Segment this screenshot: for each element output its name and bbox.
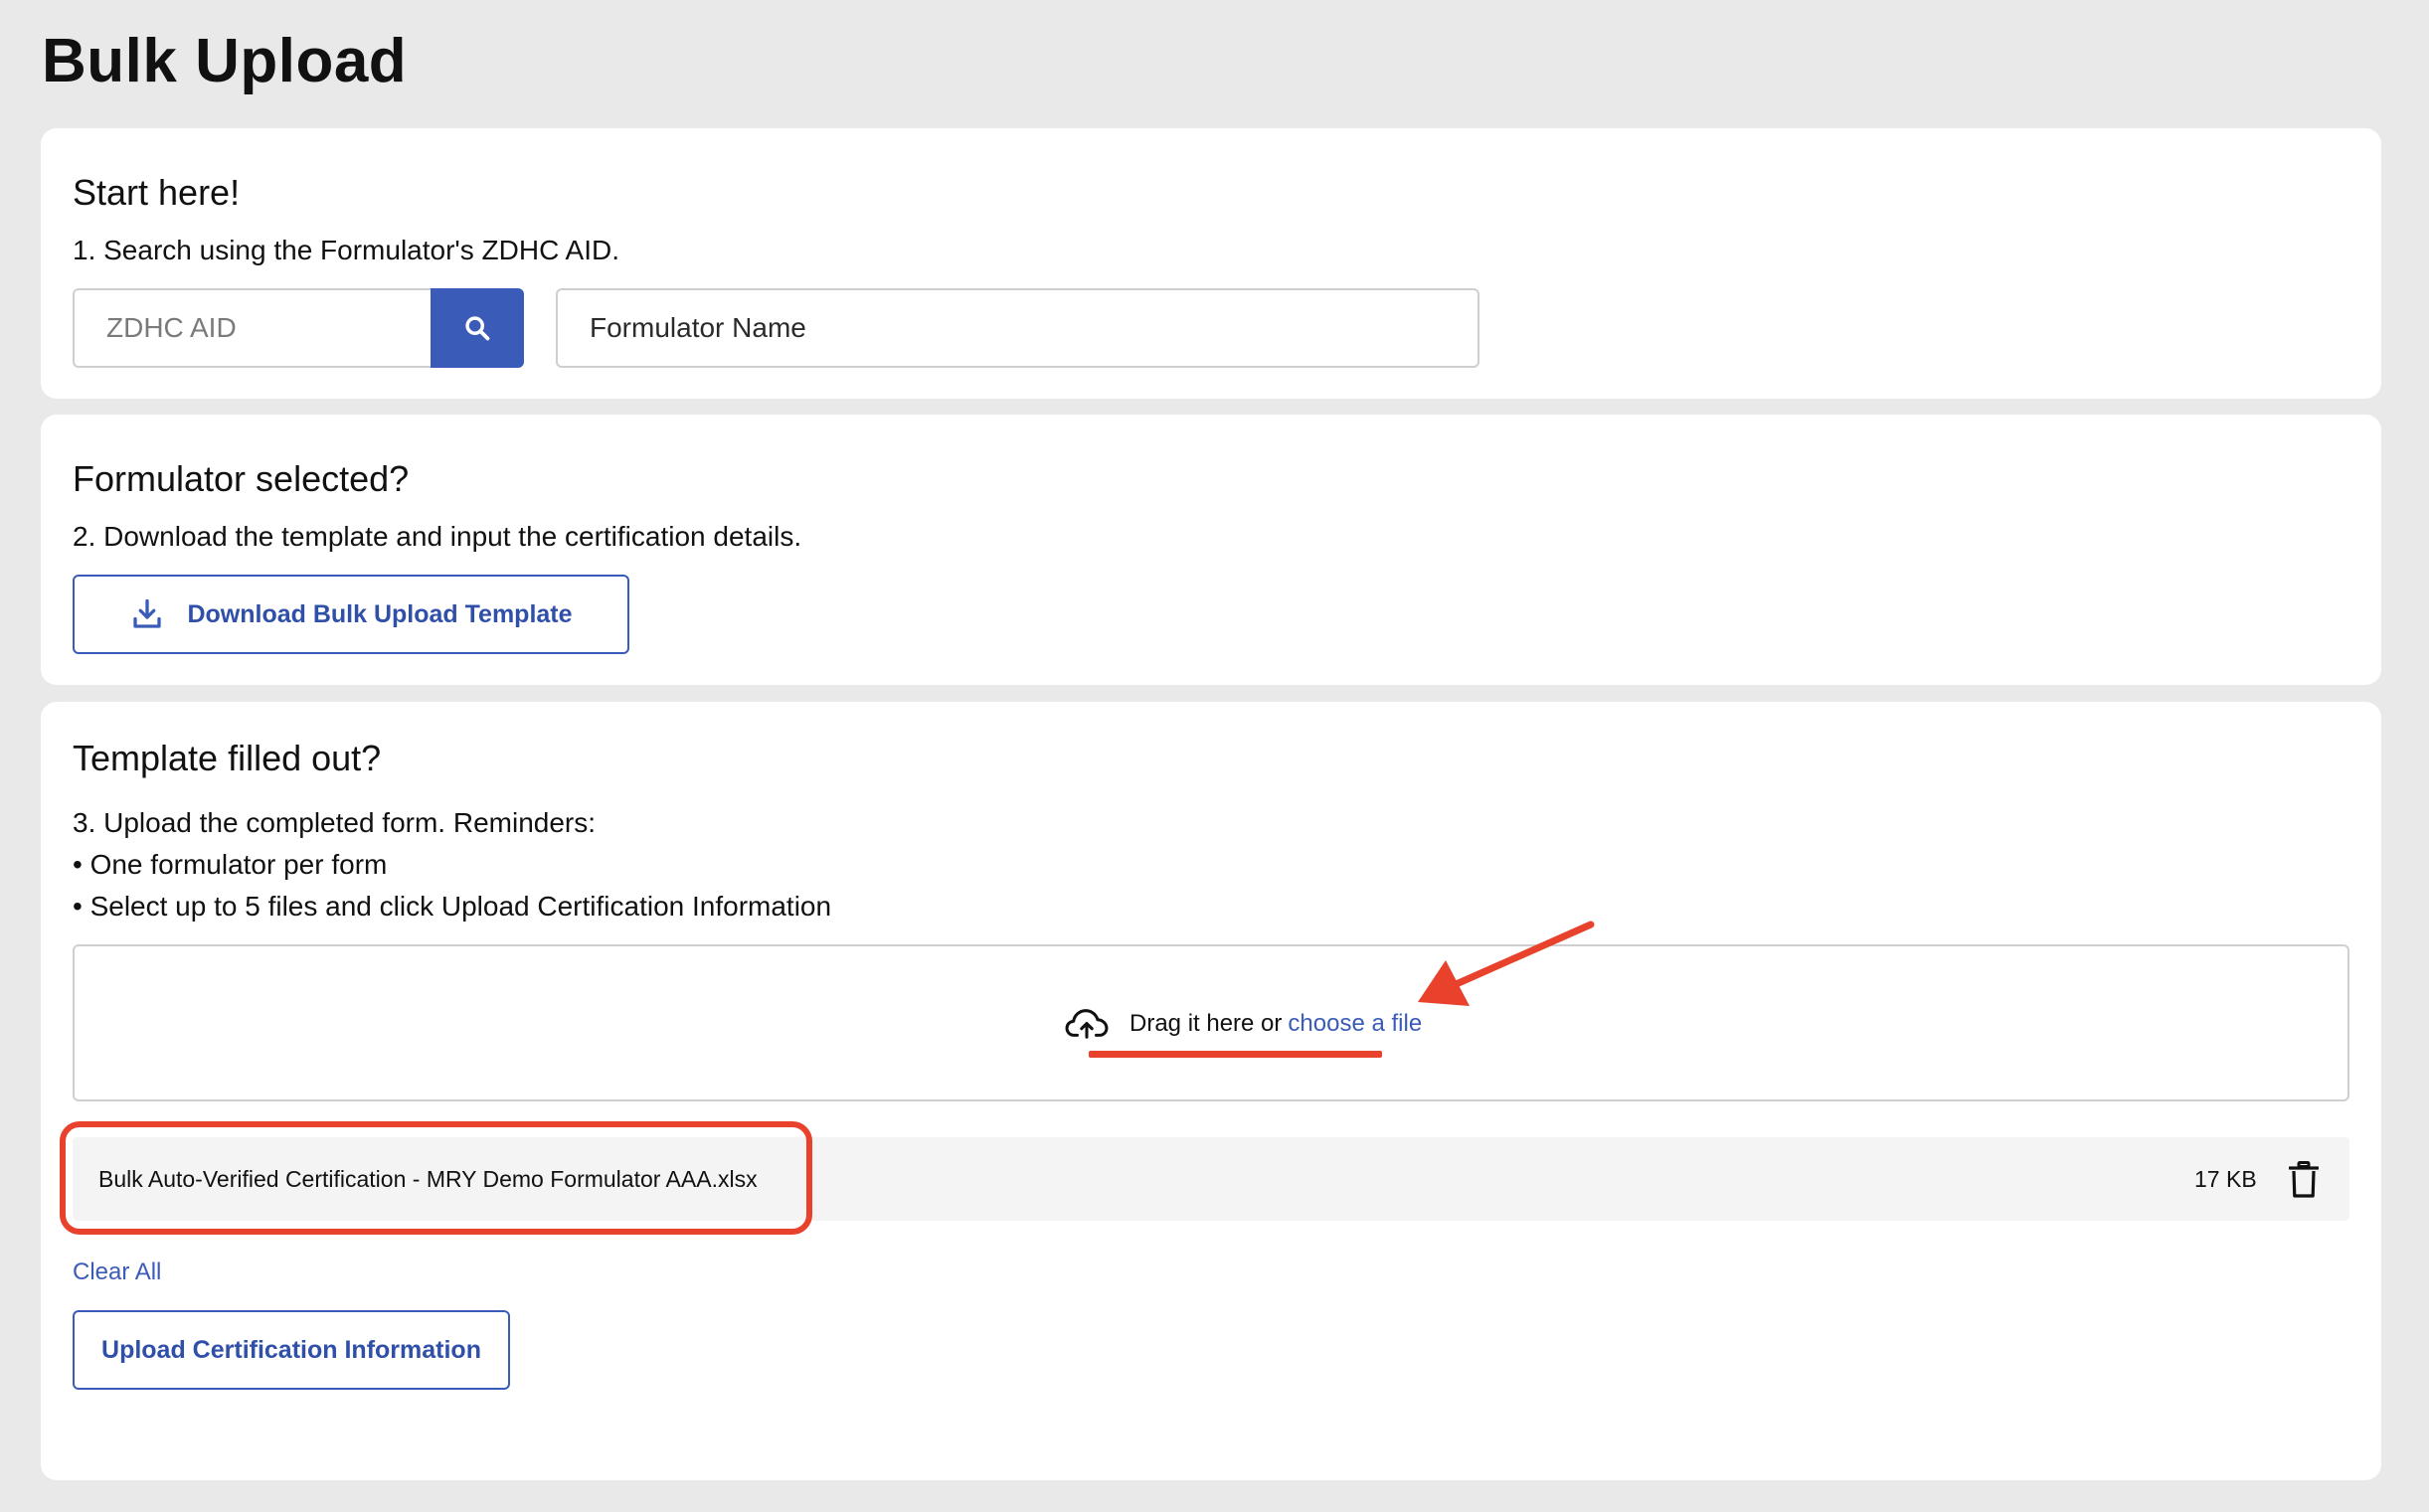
search-button[interactable] xyxy=(431,288,524,368)
search-card-heading: Start here! xyxy=(73,172,241,213)
upload-step-text: 3. Upload the completed form. Reminders: xyxy=(73,807,597,838)
download-step-text: 2. Download the template and input the c… xyxy=(73,521,802,552)
reminder-item: • One formulator per form xyxy=(73,849,388,880)
formulator-card: Formulator selected? 2. Download the tem… xyxy=(41,415,2381,685)
choose-file-link[interactable]: choose a file xyxy=(1288,1010,1422,1038)
formulator-card-heading: Formulator selected? xyxy=(73,458,410,499)
download-template-button[interactable]: Download Bulk Upload Template xyxy=(73,575,629,654)
dropzone-text: Drag it here or xyxy=(1129,1010,1283,1037)
download-icon xyxy=(129,596,165,632)
delete-file-button[interactable] xyxy=(2284,1159,2324,1201)
dropzone-content: Drag it here or choose a file xyxy=(1064,1002,1422,1046)
annotation-arrow-icon xyxy=(1418,921,1595,1006)
search-step-text: 1. Search using the Formulator's ZDHC AI… xyxy=(73,235,619,265)
formulator-name-field[interactable] xyxy=(556,288,1479,368)
upload-card: Template filled out? 3. Upload the compl… xyxy=(41,702,2381,1480)
zdhc-aid-input[interactable] xyxy=(73,288,431,368)
file-dropzone[interactable]: Drag it here or choose a file xyxy=(73,944,2349,1101)
upload-certification-button[interactable]: Upload Certification Information xyxy=(73,1310,510,1390)
download-template-label: Download Bulk Upload Template xyxy=(187,599,573,628)
cloud-upload-icon xyxy=(1064,1005,1110,1043)
page-title: Bulk Upload xyxy=(42,27,408,95)
upload-card-heading: Template filled out? xyxy=(73,738,382,778)
file-size: 17 KB xyxy=(2194,1166,2257,1192)
annotation-highlight-box xyxy=(60,1121,812,1235)
search-card: Start here! 1. Search using the Formulat… xyxy=(41,128,2381,399)
annotation-underline xyxy=(1089,1051,1382,1058)
clear-all-link[interactable]: Clear All xyxy=(73,1259,161,1286)
reminder-item: • Select up to 5 files and click Upload … xyxy=(73,891,832,922)
search-icon xyxy=(465,316,490,341)
trash-icon xyxy=(2289,1161,2319,1198)
